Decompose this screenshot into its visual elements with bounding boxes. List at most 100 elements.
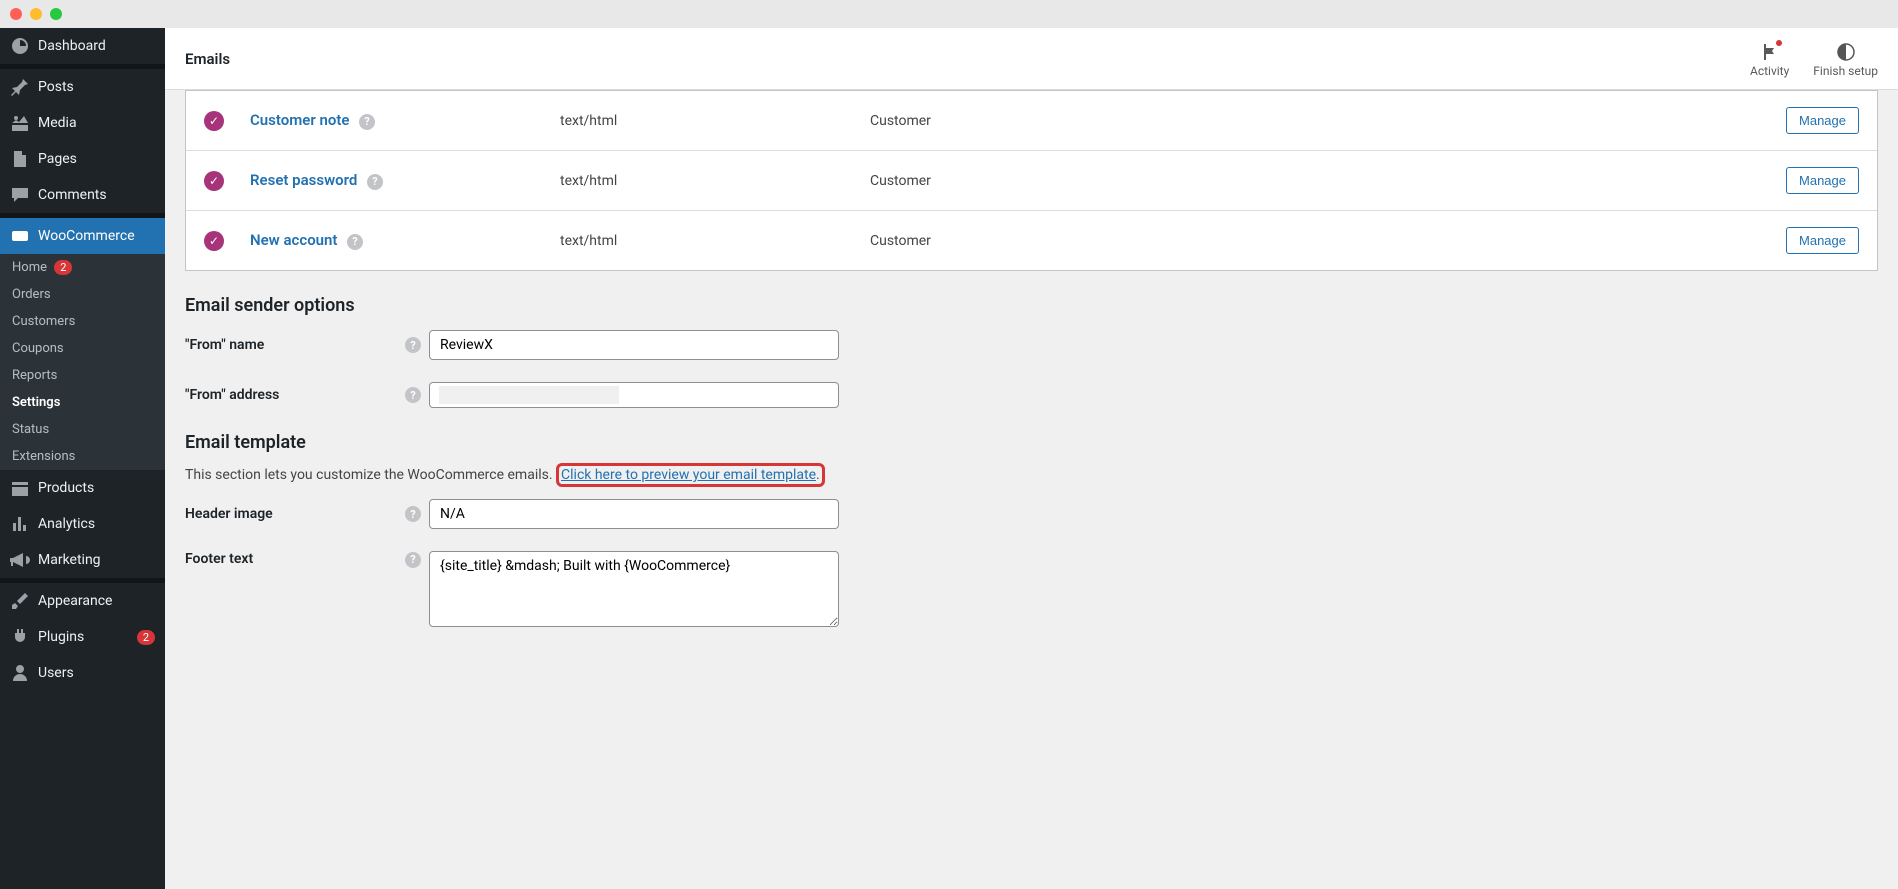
email-content-type: text/html — [560, 173, 870, 189]
sidebar-item-dashboard[interactable]: Dashboard — [0, 28, 165, 64]
sidebar-label: Orders — [12, 287, 51, 302]
topbar: Emails Activity Finish setup — [165, 28, 1898, 90]
sidebar-label: Marketing — [38, 552, 155, 568]
sidebar-label: Settings — [12, 395, 60, 410]
admin-sidebar: Dashboard Posts Media Pages Comments Woo… — [0, 28, 165, 889]
help-icon[interactable]: ? — [359, 114, 375, 130]
finish-setup-button[interactable]: Finish setup — [1813, 40, 1878, 78]
highlight-annotation: Click here to preview your email templat… — [556, 463, 825, 487]
submenu-status[interactable]: Status — [0, 416, 165, 443]
sidebar-label: Status — [12, 422, 49, 437]
email-recipient: Customer — [870, 173, 1769, 189]
email-row-customer-note: ✓ Customer note ? text/html Customer Man… — [186, 91, 1877, 150]
section-heading-sender: Email sender options — [185, 295, 1878, 316]
sidebar-label: Home — [12, 260, 47, 275]
topbar-action-label: Finish setup — [1813, 64, 1878, 78]
media-icon — [10, 113, 30, 133]
sidebar-label: WooCommerce — [38, 228, 155, 244]
plug-icon — [10, 627, 30, 647]
sidebar-item-marketing[interactable]: Marketing — [0, 542, 165, 578]
manage-button[interactable]: Manage — [1786, 227, 1859, 254]
sidebar-item-plugins[interactable]: Plugins 2 — [0, 619, 165, 655]
submenu-home[interactable]: Home 2 — [0, 254, 165, 281]
sidebar-label: Media — [38, 115, 155, 131]
main-content: Emails Activity Finish setup ✓ — [165, 28, 1898, 889]
maximize-window-button[interactable] — [50, 8, 62, 20]
manage-button[interactable]: Manage — [1786, 167, 1859, 194]
manage-button[interactable]: Manage — [1786, 107, 1859, 134]
woocommerce-icon — [10, 226, 30, 246]
submenu-orders[interactable]: Orders — [0, 281, 165, 308]
sidebar-item-appearance[interactable]: Appearance — [0, 583, 165, 619]
sidebar-item-pages[interactable]: Pages — [0, 141, 165, 177]
sidebar-item-media[interactable]: Media — [0, 105, 165, 141]
user-icon — [10, 663, 30, 683]
sidebar-label: Users — [38, 665, 155, 681]
form-row-header-image: Header image ? — [185, 499, 1878, 529]
header-image-input[interactable] — [429, 499, 839, 529]
form-label: "From" address — [185, 387, 399, 403]
topbar-action-label: Activity — [1750, 64, 1789, 78]
dashboard-icon — [10, 36, 30, 56]
desc-text: This section lets you customize the WooC… — [185, 467, 556, 483]
help-icon[interactable]: ? — [405, 506, 421, 522]
flag-icon — [1760, 40, 1780, 64]
help-icon[interactable]: ? — [405, 552, 421, 568]
submenu-extensions[interactable]: Extensions — [0, 443, 165, 470]
email-row-reset-password: ✓ Reset password ? text/html Customer Ma… — [186, 150, 1877, 210]
submenu-coupons[interactable]: Coupons — [0, 335, 165, 362]
email-name-link[interactable]: Customer note — [250, 111, 349, 129]
products-icon — [10, 478, 30, 498]
from-address-input[interactable] — [429, 382, 839, 408]
submenu-reports[interactable]: Reports — [0, 362, 165, 389]
submenu-customers[interactable]: Customers — [0, 308, 165, 335]
from-name-input[interactable] — [429, 330, 839, 360]
help-icon[interactable]: ? — [405, 337, 421, 353]
sidebar-item-analytics[interactable]: Analytics — [0, 506, 165, 542]
window-chrome — [0, 0, 1898, 28]
sidebar-label: Reports — [12, 368, 57, 383]
sidebar-label: Dashboard — [38, 38, 155, 54]
email-name-link[interactable]: Reset password — [250, 171, 357, 189]
submenu-settings[interactable]: Settings — [0, 389, 165, 416]
sidebar-label: Coupons — [12, 341, 64, 356]
template-description: This section lets you customize the WooC… — [185, 467, 1878, 483]
badge: 2 — [137, 630, 155, 645]
section-heading-template: Email template — [185, 432, 1878, 453]
desc-text: . — [816, 467, 820, 483]
sidebar-label: Analytics — [38, 516, 155, 532]
sidebar-label: Products — [38, 480, 155, 496]
sidebar-item-products[interactable]: Products — [0, 470, 165, 506]
sidebar-item-users[interactable]: Users — [0, 655, 165, 691]
sidebar-label: Plugins — [38, 629, 133, 645]
sidebar-label: Comments — [38, 187, 155, 203]
activity-button[interactable]: Activity — [1750, 40, 1789, 78]
badge: 2 — [54, 260, 72, 275]
comment-icon — [10, 185, 30, 205]
help-icon[interactable]: ? — [347, 234, 363, 250]
email-row-new-account: ✓ New account ? text/html Customer Manag… — [186, 210, 1877, 270]
sidebar-label: Pages — [38, 151, 155, 167]
footer-text-input[interactable] — [429, 551, 839, 627]
status-enabled-icon: ✓ — [204, 171, 224, 191]
sidebar-label: Posts — [38, 79, 155, 95]
notification-dot — [1776, 40, 1782, 46]
pin-icon — [10, 77, 30, 97]
close-window-button[interactable] — [10, 8, 22, 20]
help-icon[interactable]: ? — [367, 174, 383, 190]
help-icon[interactable]: ? — [405, 387, 421, 403]
sidebar-item-woocommerce[interactable]: WooCommerce — [0, 218, 165, 254]
email-content-type: text/html — [560, 233, 870, 249]
preview-template-link[interactable]: Click here to preview your email templat… — [561, 467, 816, 483]
form-label: Header image — [185, 506, 399, 522]
status-enabled-icon: ✓ — [204, 231, 224, 251]
sidebar-item-posts[interactable]: Posts — [0, 69, 165, 105]
page-icon — [10, 149, 30, 169]
email-name-link[interactable]: New account — [250, 231, 337, 249]
page-title: Emails — [185, 50, 230, 68]
email-content-type: text/html — [560, 113, 870, 129]
form-label: "From" name — [185, 337, 399, 353]
sidebar-label: Customers — [12, 314, 75, 329]
sidebar-item-comments[interactable]: Comments — [0, 177, 165, 213]
minimize-window-button[interactable] — [30, 8, 42, 20]
